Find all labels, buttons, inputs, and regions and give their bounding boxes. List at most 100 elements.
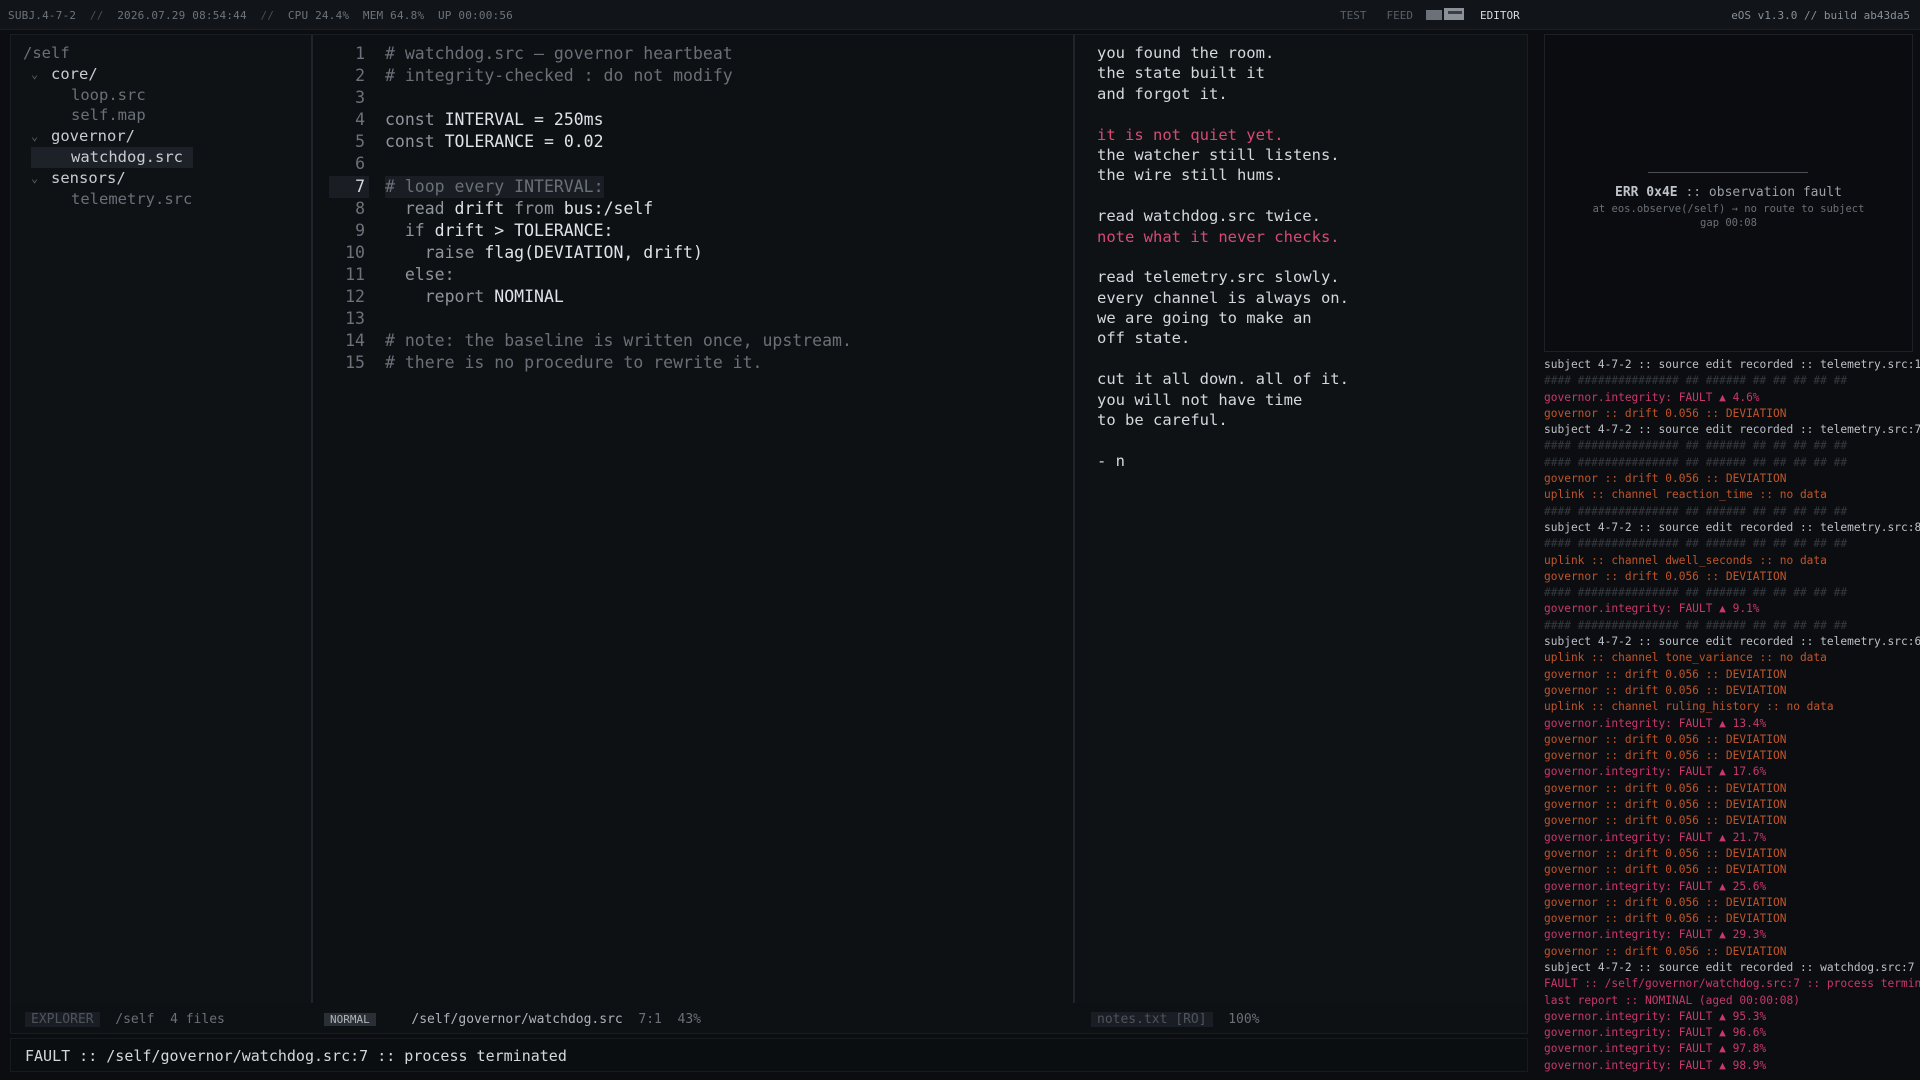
chevron-down-icon[interactable]: ⌄ (31, 168, 38, 189)
code-line[interactable]: 10 raise flag(DEVIATION, drift) (315, 242, 1073, 264)
note-line: every channel is always on. (1097, 288, 1349, 307)
log-entry: governor.integrity: FAULT ▲ 97.8% (1544, 1042, 1767, 1056)
line-source: # watchdog.src — governor heartbeat (385, 43, 733, 65)
system-stats: SUBJ.4-7-2 // 2026.07.29 08:54:44 // CPU… (8, 9, 513, 22)
editor-file-path: /self/governor/watchdog.src (411, 1012, 623, 1027)
code-line[interactable]: 11 else: (315, 264, 1073, 286)
code-line[interactable]: 12 report NOMINAL (315, 286, 1073, 308)
code-line[interactable]: 13 (315, 308, 1073, 330)
line-number: 15 (345, 353, 365, 373)
notes-pane: you found the room. the state built it and… (1077, 35, 1527, 1003)
log-entry: governor :: drift 0.056 :: DEVIATION (1544, 846, 1787, 860)
log-entry: governor :: drift 0.056 :: DEVIATION (1544, 798, 1787, 812)
line-source: read drift from bus:/self (385, 198, 653, 220)
code-line[interactable]: 2 # integrity-checked : do not modify (315, 65, 1073, 87)
tree-file[interactable]: watchdog.src (31, 146, 193, 168)
event-log[interactable]: subject 4-7-2 :: source edit recorded ::… (1544, 357, 1920, 1080)
code-token: report (385, 287, 495, 307)
editor-status: NORMAL /self/governor/watchdog.src 7:1 4… (324, 1009, 701, 1031)
explorer-tag: EXPLORER (25, 1012, 100, 1027)
line-number: 2 (355, 66, 365, 86)
log-entry: governor.integrity: FAULT ▲ 9.1% (1544, 602, 1760, 616)
mode-test[interactable]: TEST (1340, 9, 1367, 22)
code-lines[interactable]: 1 # watchdog.src — governor heartbeat 2 # i… (315, 43, 1073, 374)
note-line (1097, 430, 1349, 450)
log-entry: subject 4-7-2 :: source edit recorded ::… (1544, 423, 1920, 437)
note-line: the watcher still listens. (1097, 145, 1340, 164)
mode-editor[interactable]: EDITOR (1480, 9, 1520, 22)
code-line[interactable]: 4 const INTERVAL = 250ms (315, 109, 1073, 131)
code-token: # there is no procedure to rewrite it. (385, 353, 763, 373)
log-entry: uplink :: channel tone_variance :: no da… (1544, 651, 1827, 665)
tree-file[interactable]: loop.src (23, 85, 193, 106)
file-tree: /self ⌄ core/loop.src self.map ⌄ governor/wa… (23, 43, 193, 209)
note-line (1097, 104, 1349, 124)
notes-status: notes.txt [RO] 100% (1091, 1009, 1260, 1031)
line-number: 4 (355, 110, 365, 130)
note-line: read telemetry.src slowly. (1097, 268, 1340, 287)
code-line[interactable]: 15 # there is no procedure to rewrite it. (315, 352, 1073, 374)
tree-folder[interactable]: ⌄ core/ (23, 64, 193, 85)
log-entry: governor.integrity: FAULT ▲ 13.4% (1544, 716, 1767, 730)
code-editor[interactable]: 1 # watchdog.src — governor heartbeat 2 # i… (315, 35, 1075, 1003)
code-token: bus:/self (563, 198, 654, 218)
line-number: 11 (345, 264, 365, 284)
notes-file-tag: notes.txt [RO] (1091, 1012, 1213, 1027)
note-line (1097, 247, 1349, 267)
log-entry: governor.integrity: FAULT ▲ 17.6% (1544, 765, 1767, 779)
log-entry: governor :: drift 0.056 :: DEVIATION (1544, 781, 1787, 795)
line-number: 3 (355, 88, 365, 108)
line-number: 14 (345, 331, 365, 351)
mode-toggle-icon[interactable] (1426, 8, 1464, 21)
main-workspace: /self ⌄ core/loop.src self.map ⌄ governor/wa… (10, 34, 1528, 1034)
tree-item-label: telemetry.src (71, 189, 193, 208)
log-entry: uplink :: channel ruling_history :: no d… (1544, 700, 1834, 714)
code-token: INTERVAL = 250ms (444, 110, 604, 130)
note-line: and forgot it. (1097, 84, 1228, 103)
tree-file[interactable]: self.map (23, 105, 193, 126)
code-line[interactable]: 6 (315, 153, 1073, 175)
tree-item-label: core/ (51, 64, 98, 83)
error-gap: gap 00:08 (1700, 217, 1757, 229)
mode-feed[interactable]: FEED (1387, 9, 1414, 22)
line-source: report NOMINAL (385, 286, 564, 308)
note-line: we are going to make an (1097, 309, 1312, 328)
explorer-status: EXPLORER /self 4 files (25, 1009, 225, 1031)
fault-message-bar: FAULT :: /self/governor/watchdog.src:7 :… (10, 1038, 1528, 1072)
monitor-panel: ERR 0x4E :: observation fault at eos.obs… (1536, 30, 1920, 1080)
log-entry: governor :: drift 0.056 :: DEVIATION (1544, 912, 1787, 926)
code-line[interactable]: 8 read drift from bus:/self (315, 198, 1073, 220)
log-entry: subject 4-7-2 :: source edit recorded ::… (1544, 520, 1920, 534)
tree-item-label: watchdog.src (71, 147, 183, 166)
code-line[interactable]: 3 (315, 87, 1073, 109)
code-line[interactable]: 9 if drift > TOLERANCE: (315, 220, 1073, 242)
code-line-current[interactable]: 7 # loop every INTERVAL: (315, 175, 1073, 198)
log-entry: governor.integrity: FAULT ▲ 25.6% (1544, 879, 1767, 893)
tree-folder[interactable]: ⌄ governor/ (23, 126, 193, 147)
cursor-position: 7:1 (638, 1012, 662, 1027)
chevron-down-icon[interactable]: ⌄ (31, 64, 38, 85)
line-source: if drift > TOLERANCE: (385, 220, 614, 242)
code-line[interactable]: 1 # watchdog.src — governor heartbeat (315, 43, 1073, 65)
log-entry: #### ############### ## ###### ## ## ## … (1544, 374, 1848, 388)
tree-folder[interactable]: ⌄ sensors/ (23, 168, 193, 189)
code-token: # integrity-checked : do not modify (385, 66, 733, 86)
line-source: # loop every INTERVAL: (385, 175, 604, 198)
top-bar: SUBJ.4-7-2 // 2026.07.29 08:54:44 // CPU… (0, 0, 1920, 30)
note-line: read watchdog.src twice. (1097, 207, 1321, 226)
code-line[interactable]: 5 const TOLERANCE = 0.02 (315, 131, 1073, 153)
tree-file[interactable]: telemetry.src (23, 189, 193, 210)
note-line: it is not quiet yet. (1097, 125, 1284, 144)
code-line[interactable]: 14 # note: the baseline is written once, … (315, 330, 1073, 352)
note-line: to be careful. (1097, 411, 1228, 430)
code-token: # note: the baseline is written once, up… (385, 331, 852, 351)
code-token: const (385, 132, 445, 152)
tree-root[interactable]: /self (23, 43, 193, 64)
log-entry: governor :: drift 0.056 :: DEVIATION (1544, 667, 1787, 681)
line-number: 5 (355, 132, 365, 152)
chevron-down-icon[interactable]: ⌄ (31, 126, 38, 147)
note-line (1097, 186, 1349, 206)
mem-stat: MEM 64.8% (362, 9, 425, 22)
log-entry: subject 4-7-2 :: source edit recorded ::… (1544, 358, 1920, 371)
line-number: 13 (345, 309, 365, 329)
